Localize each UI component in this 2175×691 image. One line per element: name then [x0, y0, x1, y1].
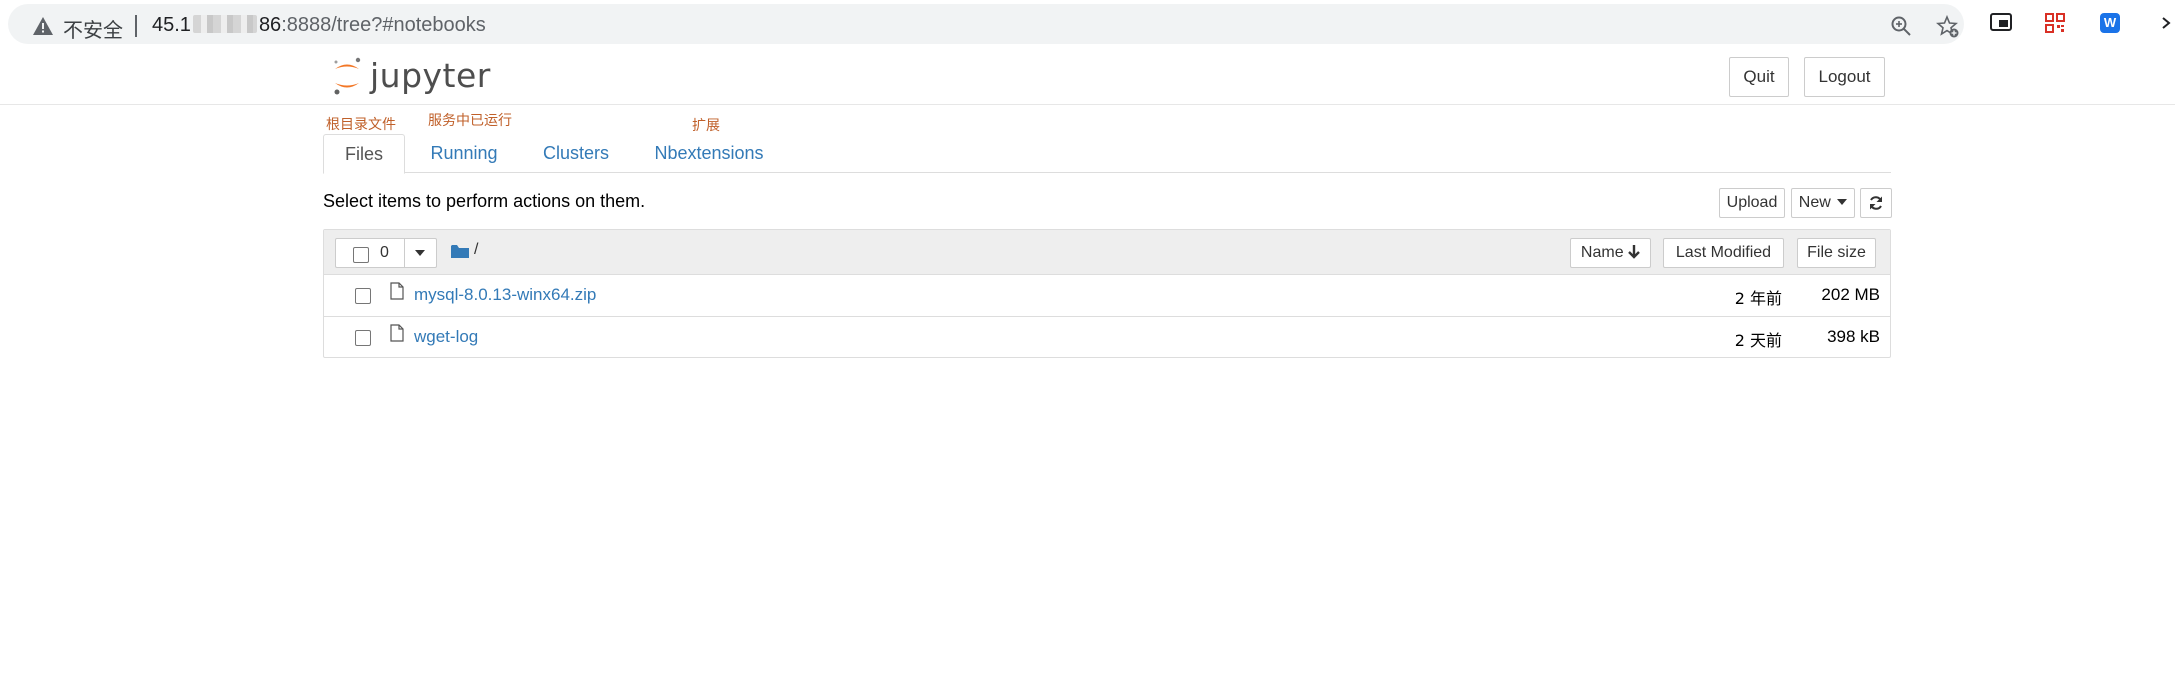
annotation-running: 服务中已运行: [428, 113, 512, 129]
sort-by-last-modified-button[interactable]: Last Modified: [1663, 238, 1784, 268]
jupyter-logo[interactable]: jupyter: [328, 54, 490, 96]
jupyter-header: jupyter Quit Logout: [0, 48, 2175, 105]
url-text[interactable]: 45.1 86:8888/tree?#notebooks: [152, 14, 486, 37]
caret-down-icon[interactable]: [415, 250, 425, 256]
file-last-modified: 2 天前: [1734, 331, 1782, 350]
file-name-link[interactable]: mysql-8.0.13-winx64.zip: [414, 285, 596, 305]
tab-files[interactable]: Files: [323, 134, 405, 174]
more-icon[interactable]: [2160, 14, 2175, 32]
warning-icon[interactable]: [32, 16, 54, 36]
redacted-ip: [192, 15, 257, 33]
instructions-text: Select items to perform actions on them.: [323, 191, 646, 211]
annotation-files: 根目录文件: [326, 117, 396, 133]
row-checkbox[interactable]: [355, 288, 371, 304]
tabs-divider: [323, 172, 1891, 173]
file-row[interactable]: mysql-8.0.13-winx64.zip 2 年前 202 MB: [324, 275, 1890, 317]
folder-icon[interactable]: [451, 244, 469, 259]
url-path: :8888/tree?#notebooks: [281, 14, 486, 36]
tab-running[interactable]: Running: [420, 134, 508, 172]
new-button-label: New: [1798, 194, 1831, 211]
picture-in-picture-icon[interactable]: [1990, 13, 2012, 31]
row-checkbox[interactable]: [355, 330, 371, 346]
sort-by-name-button[interactable]: Name: [1570, 238, 1651, 268]
qr-code-icon[interactable]: [2045, 13, 2065, 33]
file-size: 398 kB: [1827, 327, 1880, 346]
caret-down-icon: [1837, 199, 1848, 205]
logout-button[interactable]: Logout: [1804, 57, 1885, 97]
arrow-down-icon: [1628, 245, 1640, 259]
file-icon: [390, 324, 404, 342]
bookmark-star-icon[interactable]: [1936, 15, 1960, 39]
file-icon: [390, 282, 404, 300]
sort-by-file-size-button[interactable]: File size: [1797, 238, 1876, 268]
quit-button[interactable]: Quit: [1729, 57, 1789, 97]
extension-w-icon[interactable]: W: [2100, 13, 2120, 33]
browser-toolbar: 不安全 45.1 86:8888/tree?#notebooks W: [0, 0, 2175, 49]
url-host-start: 45.1: [152, 14, 191, 36]
tab-clusters[interactable]: Clusters: [531, 134, 621, 172]
select-all-checkbox[interactable]: [353, 247, 369, 263]
url-host-end: 86: [258, 14, 282, 36]
security-status[interactable]: 不安全: [63, 14, 123, 43]
divider: [404, 239, 405, 267]
new-dropdown-button[interactable]: New: [1791, 188, 1855, 218]
sort-name-label: Name: [1580, 244, 1624, 261]
upload-button[interactable]: Upload: [1719, 188, 1785, 218]
selected-count: 0: [380, 244, 389, 261]
file-last-modified: 2 年前: [1734, 289, 1782, 308]
tab-nbextensions[interactable]: Nbextensions: [646, 134, 772, 172]
file-row[interactable]: wget-log 2 天前 398 kB: [324, 317, 1890, 358]
file-name-link[interactable]: wget-log: [414, 327, 478, 347]
file-size: 202 MB: [1821, 285, 1880, 304]
jupyter-logo-text: jupyter: [370, 56, 491, 95]
zoom-icon[interactable]: [1890, 15, 1912, 37]
refresh-button[interactable]: [1860, 188, 1892, 218]
refresh-icon: [1870, 196, 1882, 210]
divider: [135, 15, 137, 37]
select-all-dropdown[interactable]: 0: [335, 238, 437, 268]
annotation-nbextensions: 扩展: [692, 118, 720, 134]
jupyter-logo-icon: [334, 57, 361, 95]
address-bar[interactable]: 不安全 45.1 86:8888/tree?#notebooks: [8, 4, 1964, 44]
breadcrumb[interactable]: /: [474, 241, 478, 259]
file-list: 0 / Name Last Modified File size mysql-8…: [323, 229, 1891, 358]
file-list-header: 0 / Name Last Modified File size: [324, 230, 1890, 275]
